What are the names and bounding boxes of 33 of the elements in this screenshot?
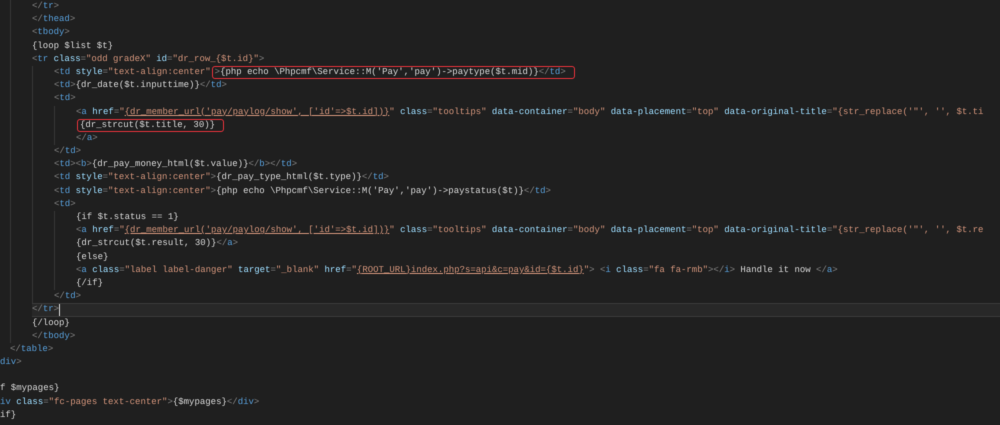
- code-text: <td>{dr_date($t.inputtime)}</td>: [54, 79, 227, 92]
- code-text: iv class="fc-pages text-center">{$mypages}</div>: [0, 396, 260, 409]
- code-text: <td><b>{dr_pay_money_html($t.value)}</b></td>: [54, 158, 298, 172]
- code-text: </td>: [54, 290, 82, 304]
- code-text: if}: [0, 408, 16, 422]
- code-text: <a href="{dr_member_url('pay/paylog/show', ['id'=>$t.id])}" class="tooltips" data-container="body" data-placement="top" data-original-title="{str_replace('"', '', $t.ti: [76, 106, 984, 118]
- code-text: {dr_strcut($t.result, 30)}</a>: [76, 237, 238, 250]
- code-text: {/if}: [76, 276, 104, 290]
- code-text: {if $t.status == 1}: [76, 211, 179, 224]
- code-text: </tr>: [32, 303, 60, 316]
- code-text: </table>: [10, 342, 54, 356]
- highlighted-code: >{php echo \Phpcmf\Service::M('Pay','pay')->paytype($t.mid)}</td>: [212, 66, 575, 80]
- code-text: </thead>: [32, 13, 76, 26]
- code-text: <a href="{dr_member_url('pay/paylog/show', ['id'=>$t.id])}" class="tooltips" data-container="body" data-placement="top" data-original-title="{str_replace('"', '', $t.re: [76, 224, 984, 238]
- code-text: <a class="label label-danger" target="_blank" href="{ROOT_URL}index.php?s=api&c=pay&id={$t.id}"> <i class="fa fa-rmb"></i> Handle it now </a>: [76, 264, 838, 277]
- code-text: div>: [0, 356, 22, 370]
- code-text: </tbody>: [32, 330, 76, 343]
- code-text: <tbody>: [32, 26, 70, 40]
- code-text: <td style="text-align:center": [54, 66, 211, 79]
- code-text: <tr class="odd gradeX" id="dr_row_{$t.id}">: [32, 52, 264, 66]
- code-text: <td style="text-align:center">{dr_pay_type_html($t.type)}</td>: [54, 171, 389, 184]
- code-text: f $mypages}: [0, 382, 60, 396]
- code-text: </td>: [54, 145, 82, 158]
- code-text: {else}: [76, 250, 108, 264]
- code-text: <td style="text-align:center">{php echo \Phpcmf\Service::M('Pay','pay')->paystatus($t)}</td>: [54, 184, 551, 198]
- highlighted-code: {dr_strcut($t.title, 30)}: [77, 118, 224, 132]
- text-cursor: [59, 304, 60, 316]
- code-text: <td>: [54, 198, 76, 211]
- code-text: </tr>: [32, 0, 60, 13]
- code-text: <td>: [54, 92, 76, 106]
- code-text: {loop $list $t}: [32, 40, 114, 53]
- code-text: </a>: [76, 132, 98, 145]
- code-text: {/loop}: [32, 316, 70, 330]
